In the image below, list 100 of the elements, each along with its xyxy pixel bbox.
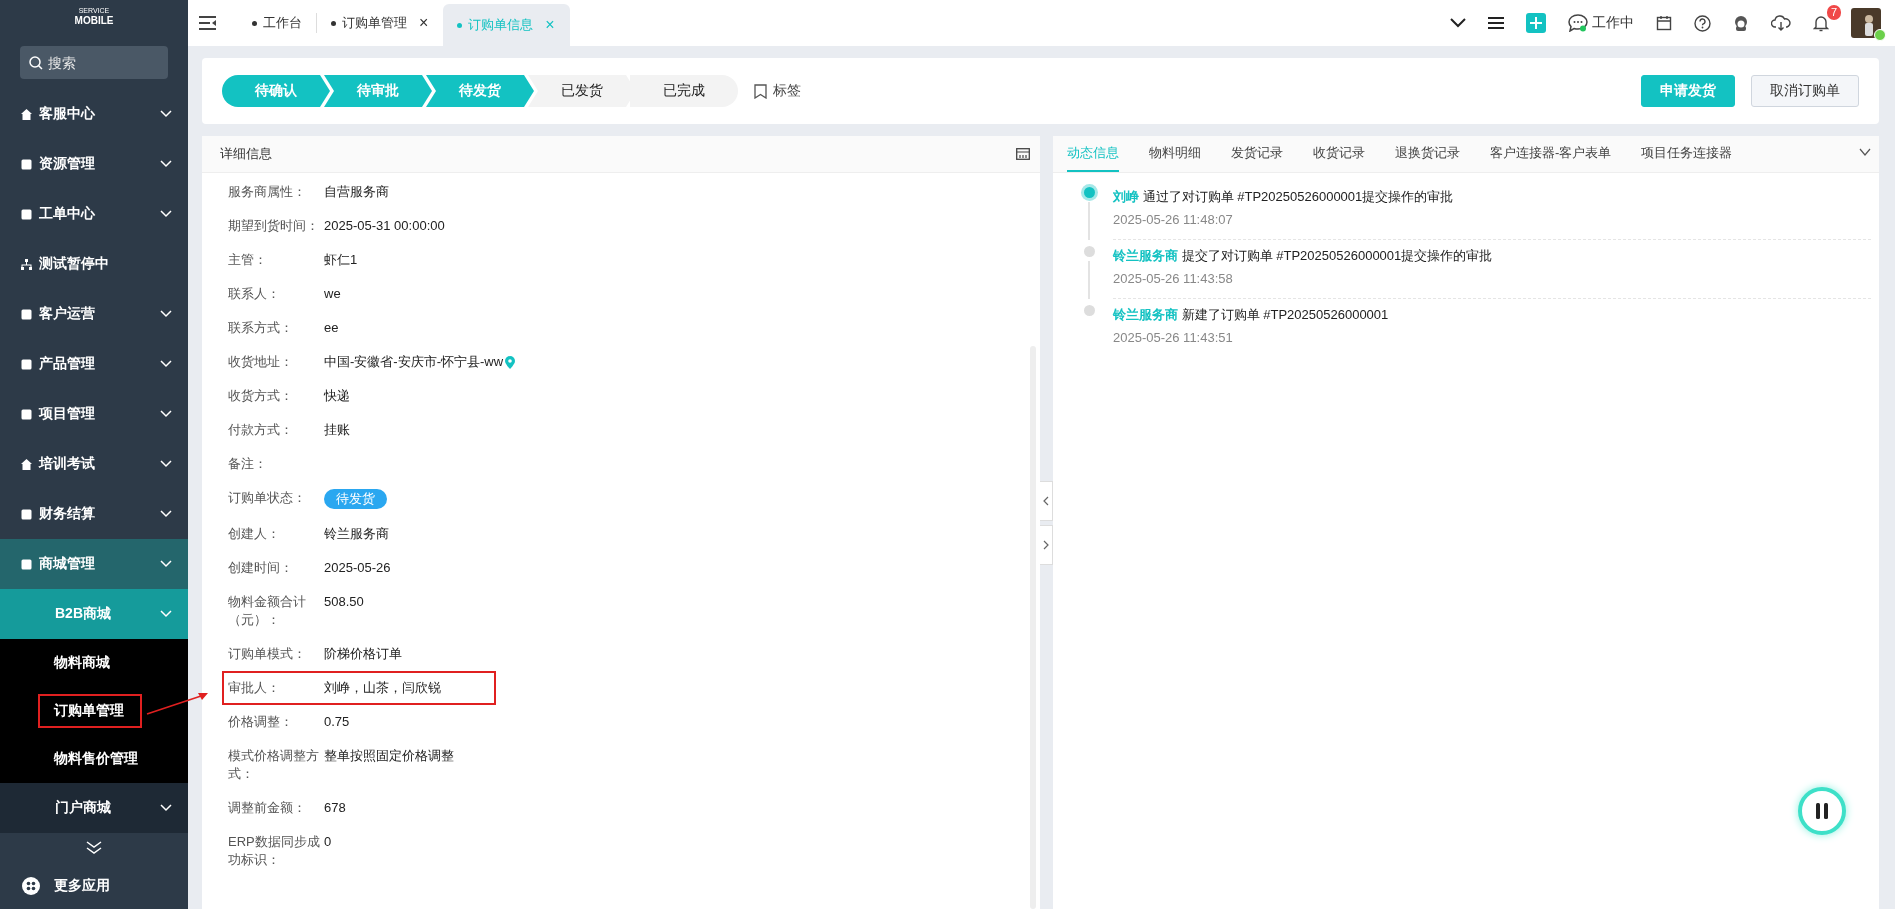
field-value: 678 <box>324 799 346 817</box>
tab[interactable]: 发货记录 <box>1231 136 1283 172</box>
timestamp: 2025-05-26 11:48:07 <box>1113 211 1234 229</box>
field-label: 联系方式： <box>228 319 294 337</box>
field-value: 0 <box>324 833 332 851</box>
field-label: 审批人： <box>228 679 281 697</box>
timestamp: 2025-05-26 11:43:58 <box>1113 270 1234 288</box>
sidebar-item[interactable]: 培训考试 <box>0 439 188 489</box>
sidebar-item[interactable]: 财务结算 <box>0 489 188 539</box>
action-button[interactable]: 取消订购单 <box>1751 75 1859 107</box>
field-value: 2025-05-31 00:00:00 <box>324 217 445 235</box>
chevron-icon <box>160 360 172 368</box>
bookmark-icon <box>754 83 767 99</box>
chevron-icon <box>160 560 172 568</box>
chat-icon <box>1568 14 1588 32</box>
field-value: 508.50 <box>324 593 364 611</box>
tab[interactable]: 客户连接器-客户表单 <box>1490 136 1612 172</box>
sidebar-item[interactable]: 商城管理 <box>0 539 188 589</box>
tag-button[interactable]: 标签 <box>754 82 801 100</box>
menu-icon[interactable] <box>198 15 218 31</box>
field-label: 订购单模式： <box>228 645 307 663</box>
chevron-icon <box>160 460 172 468</box>
sidebar-item[interactable]: 客户运营 <box>0 289 188 339</box>
field-value: 铃兰服务商 <box>324 525 389 543</box>
activity-text: 提交了对订购单 #TP20250526000001提交操作的审批 <box>1181 248 1493 263</box>
menu-icon[interactable] <box>1488 16 1504 30</box>
field-value: we <box>324 285 341 303</box>
field-value: 快递 <box>324 387 350 405</box>
field-label: 付款方式： <box>228 421 294 439</box>
chevron-icon <box>160 210 172 218</box>
tab[interactable]: 项目任务连接器 <box>1641 136 1733 172</box>
field-label: 备注： <box>228 455 268 473</box>
progress-step: 待审批 <box>324 75 432 107</box>
field-value: 阶梯价格订单 <box>324 645 402 663</box>
tab[interactable]: 退换货记录 <box>1395 136 1460 172</box>
avatar[interactable] <box>1851 8 1881 38</box>
sidebar-item[interactable]: 测试暂停中 <box>0 239 188 289</box>
chevron-left-icon <box>1043 495 1049 506</box>
chevron-icon <box>160 804 172 812</box>
chevron-down-icon[interactable] <box>1859 148 1871 156</box>
status-badge: 待发货 <box>324 489 387 509</box>
sidebar-item[interactable]: 门户商城 <box>0 783 188 833</box>
field-value: 中国-安徽省-安庆市-怀宁县-ww <box>324 353 504 371</box>
progress-step: 已完成 <box>630 75 738 107</box>
sidebar-item[interactable]: 项目管理 <box>0 389 188 439</box>
field-label: 服务商属性： <box>228 183 307 201</box>
timestamp: 2025-05-26 11:43:51 <box>1113 329 1234 347</box>
field-value: 虾仁1 <box>324 251 358 269</box>
more-apps-button[interactable]: 更多应用 <box>0 863 188 909</box>
sidebar-item[interactable]: 资源管理 <box>0 139 188 189</box>
chevron-down-icon[interactable] <box>1450 18 1466 28</box>
sidebar-item[interactable]: 工单中心 <box>0 189 188 239</box>
chevron-icon <box>160 110 172 118</box>
progress-step: 待确认 <box>222 75 330 107</box>
field-label: ERP数据同步成功标识： <box>228 833 321 869</box>
sidebar-item[interactable]: 客服中心 <box>0 89 188 139</box>
chevron-icon <box>160 410 172 418</box>
sidebar-item[interactable]: 订购单管理 <box>38 694 142 728</box>
help-icon[interactable] <box>1694 14 1711 32</box>
progress-step: 待发货 <box>426 75 534 107</box>
calendar-icon[interactable] <box>1656 15 1672 31</box>
field-value: 刘峥，山茶，闫欣锐 <box>324 679 441 697</box>
chevron-icon <box>160 610 172 618</box>
page-tab[interactable]: 工作台 <box>238 13 317 33</box>
activity-text: 通过了对订购单 #TP20250526000001提交操作的审批 <box>1142 189 1454 204</box>
chevron-icon <box>160 510 172 518</box>
field-label: 收货地址： <box>228 353 294 371</box>
notification-badge: 7 <box>1826 5 1841 20</box>
search-field[interactable]: 搜索 <box>20 46 168 79</box>
annotation-arrow <box>146 690 210 716</box>
field-label: 联系人： <box>228 285 281 303</box>
field-label: 创建人： <box>228 525 281 543</box>
page-tab[interactable]: 订购单管理 × <box>317 0 444 46</box>
double-chevron-icon[interactable] <box>85 841 103 855</box>
status-button[interactable]: 工作中 <box>1568 14 1634 32</box>
cloud-download-icon[interactable] <box>1771 15 1791 31</box>
field-value: 自营服务商 <box>324 183 389 201</box>
field-label: 物料金额合计（元）： <box>228 593 307 629</box>
field-label: 价格调整： <box>228 713 294 731</box>
chevron-icon <box>160 160 172 168</box>
field-label: 主管： <box>228 251 268 269</box>
keyboard-icon[interactable] <box>1016 148 1030 160</box>
search-icon <box>29 56 43 70</box>
bell-icon[interactable] <box>1813 14 1829 32</box>
field-value: 0.75 <box>324 713 350 731</box>
logo-wordmark: MOBILE <box>74 14 114 26</box>
chevron-right-icon <box>1043 539 1049 550</box>
house-icon <box>20 107 33 121</box>
field-label: 创建时间： <box>228 559 294 577</box>
panel-title: 详细信息 <box>220 145 272 163</box>
field-label: 订购单状态： <box>228 489 307 507</box>
person-icon[interactable] <box>1733 14 1749 32</box>
field-label: 收货方式： <box>228 387 294 405</box>
hierarchy-icon <box>20 257 33 271</box>
field-label: 调整前金额： <box>228 799 307 817</box>
tab[interactable]: 物料明细 <box>1149 136 1201 172</box>
field-label: 模式价格调整方式： <box>228 747 320 783</box>
sidebar-item[interactable]: 产品管理 <box>0 339 188 389</box>
tab[interactable]: 收货记录 <box>1313 136 1365 172</box>
house-icon <box>20 457 33 471</box>
